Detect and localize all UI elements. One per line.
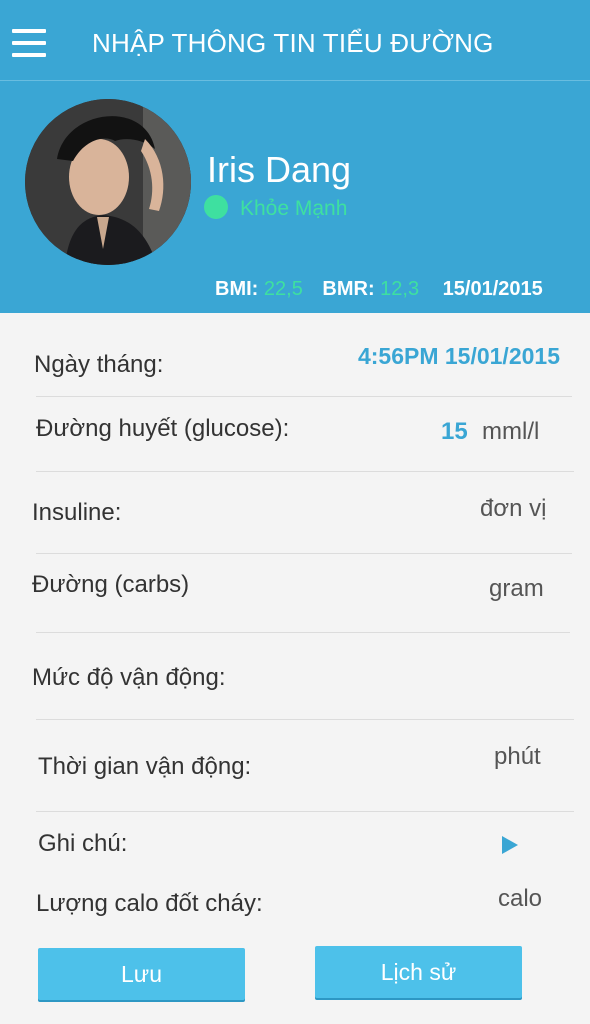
health-stats: BMI: 22,5 BMR: 12,3 15/01/2015 xyxy=(215,278,543,301)
glucose-label: Đường huyết (glucose): xyxy=(36,415,290,442)
divider xyxy=(36,719,574,720)
status-indicator xyxy=(204,195,228,219)
activity-time-unit[interactable]: phút xyxy=(494,743,541,771)
divider xyxy=(36,471,574,472)
insulin-label: Insuline: xyxy=(32,499,122,526)
note-label: Ghi chú: xyxy=(38,830,128,857)
calories-unit[interactable]: calo xyxy=(498,885,542,913)
insulin-unit[interactable]: đơn vị xyxy=(480,495,546,523)
glucose-unit: mml/l xyxy=(482,418,540,445)
date-label: Ngày tháng: xyxy=(34,351,164,378)
bmi-value: 22,5 xyxy=(263,278,303,300)
divider xyxy=(36,632,570,633)
activity-time-label: Thời gian vận động: xyxy=(38,753,252,780)
activity-level-label[interactable]: Mức độ vận động: xyxy=(32,664,226,692)
divider xyxy=(36,811,574,812)
glucose-input[interactable]: 15 xyxy=(441,418,468,446)
save-button[interactable]: Lưu xyxy=(38,948,245,1000)
bmi-label: BMI: xyxy=(215,278,259,300)
divider xyxy=(36,396,572,397)
history-button[interactable]: Lịch sử xyxy=(315,946,522,998)
hamburger-menu-icon[interactable] xyxy=(12,29,46,59)
calories-label: Lượng calo đốt cháy: xyxy=(36,890,263,917)
carbs-label: Đường (carbs) xyxy=(32,571,190,598)
health-status: Khỏe Mạnh xyxy=(240,197,348,220)
play-arrow-icon[interactable] xyxy=(502,836,518,854)
user-name: Iris Dang xyxy=(207,149,352,190)
profile-date: 15/01/2015 xyxy=(442,278,543,300)
avatar xyxy=(25,99,191,265)
bmr-label: BMR: xyxy=(322,278,375,300)
divider xyxy=(36,553,572,554)
app-bar: NHẬP THÔNG TIN TIỂU ĐƯỜNG xyxy=(0,0,590,81)
profile-header: Iris Dang Khỏe Mạnh BMI: 22,5 BMR: 12,3 … xyxy=(0,81,590,313)
page-title: NHẬP THÔNG TIN TIỂU ĐƯỜNG xyxy=(92,28,494,58)
bmr-value: 12,3 xyxy=(380,278,420,300)
carbs-unit[interactable]: gram xyxy=(489,575,544,603)
date-time-field[interactable]: 4:56PM 15/01/2015 xyxy=(358,343,560,370)
